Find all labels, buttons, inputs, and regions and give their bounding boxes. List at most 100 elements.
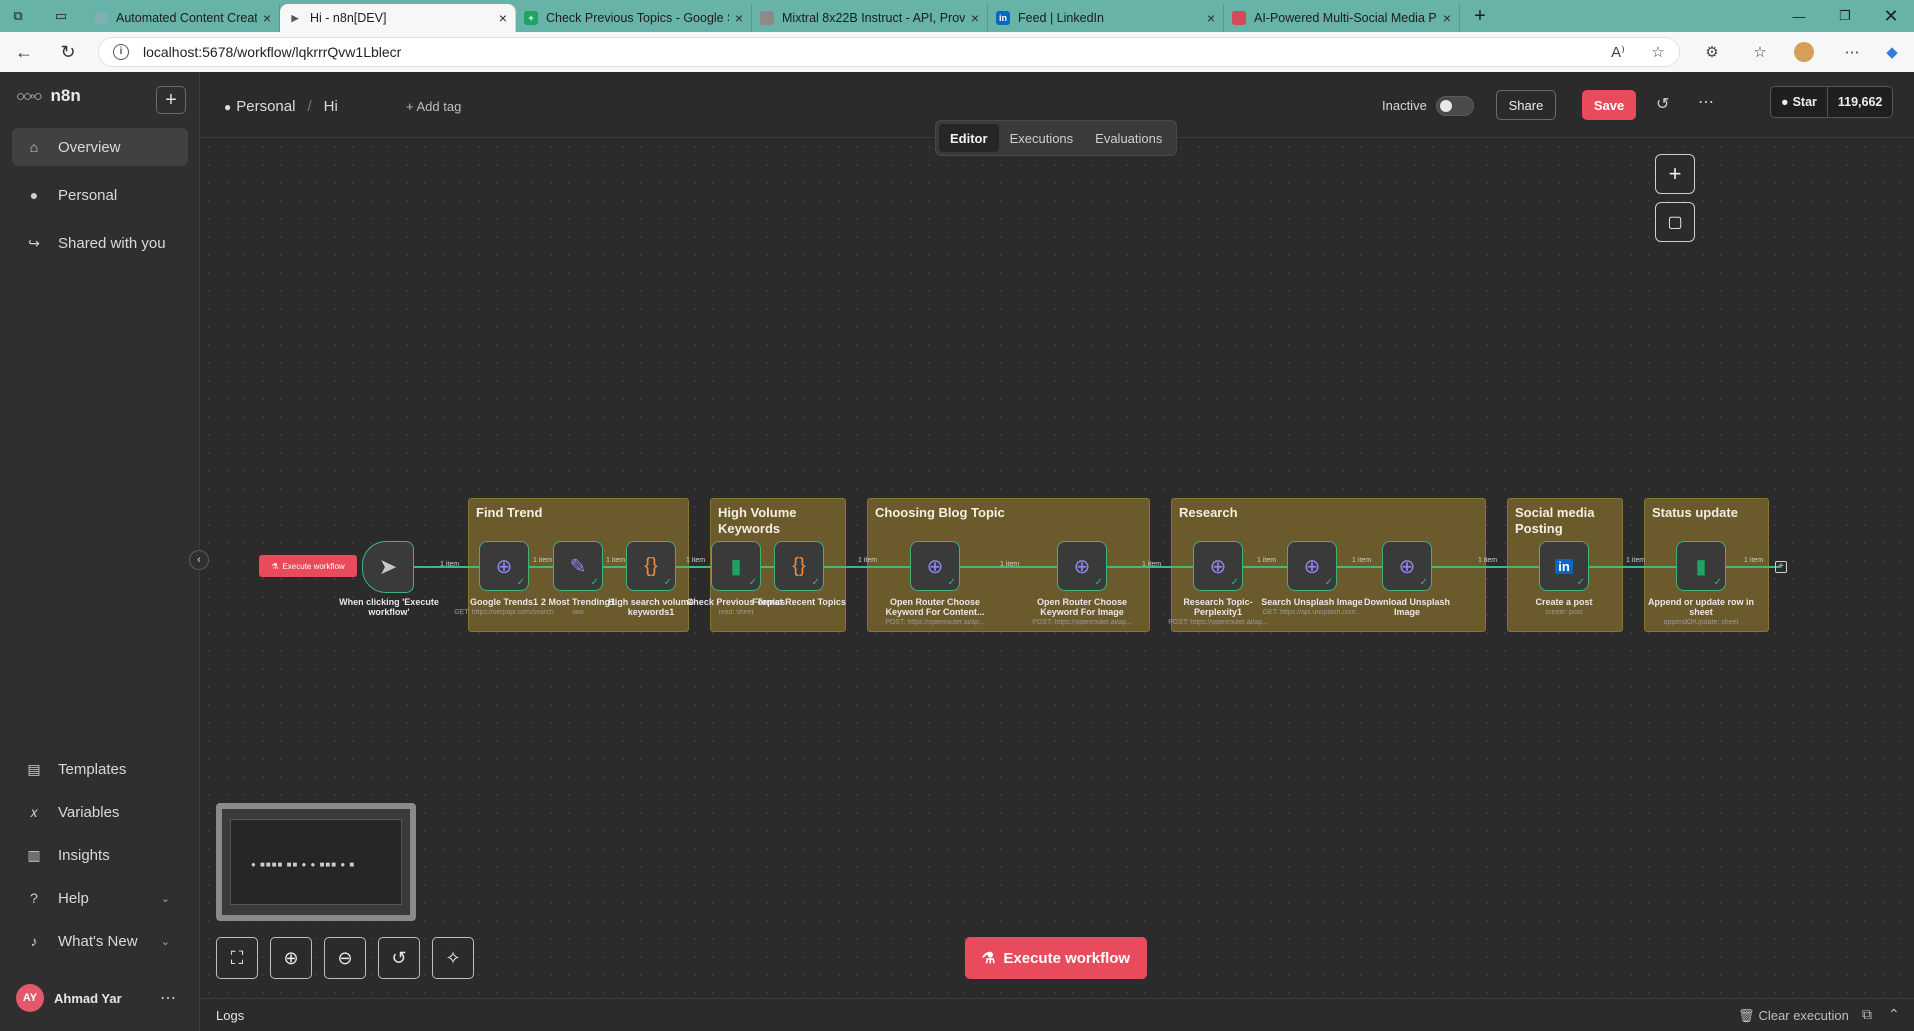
tidy-up-button[interactable]: ✧	[432, 937, 474, 979]
tab-evaluations[interactable]: Evaluations	[1084, 124, 1173, 152]
more-options-icon[interactable]: ⋯	[1698, 92, 1714, 112]
node-subtitle: create: post	[1545, 609, 1583, 616]
sidebar-item-overview[interactable]: ⌂ Overview	[12, 128, 188, 166]
user-menu[interactable]: AY Ahmad Yar	[16, 984, 122, 1012]
save-button[interactable]: Save	[1582, 90, 1636, 120]
chevron-down-icon: ⌄	[160, 935, 170, 948]
create-button[interactable]: +	[156, 86, 186, 114]
history-icon[interactable]: ↺	[1656, 94, 1669, 114]
sheets-node-append-update-row[interactable]: ▮ ✓	[1676, 541, 1726, 591]
read-aloud-icon[interactable]: A⁾	[1606, 40, 1630, 64]
code-node-format-recent-topics[interactable]: {} ✓	[774, 541, 824, 591]
sidebar-item-shared[interactable]: ↪ Shared with you	[12, 224, 188, 262]
reset-zoom-button[interactable]: ↺	[378, 937, 420, 979]
tab-executions[interactable]: Executions	[999, 124, 1085, 152]
sheets-node-check-previous-topics[interactable]: ▮ ✓	[711, 541, 761, 591]
globe-icon: ⊕	[495, 555, 513, 578]
success-check-icon: ✓	[1713, 577, 1722, 588]
browser-tab[interactable]: in Feed | LinkedIn ×	[988, 4, 1224, 32]
http-node-download-unsplash[interactable]: ⊕ ✓	[1382, 541, 1432, 591]
execute-workflow-mini-button[interactable]: ⚗ Execute workflow	[259, 555, 357, 577]
zoom-in-button[interactable]: ⊕	[270, 937, 312, 979]
tab-editor[interactable]: Editor	[939, 124, 999, 152]
restore-icon[interactable]: ❐	[1822, 0, 1868, 32]
node-label: Append or update row in sheet	[1648, 597, 1754, 617]
success-check-icon: ✓	[947, 577, 956, 588]
add-node-button[interactable]: +	[1655, 154, 1695, 194]
connection-item-count: 1 item	[1000, 561, 1020, 568]
browser-tab-active[interactable]: ▶ Hi - n8n[DEV] ×	[280, 4, 516, 32]
fit-view-button[interactable]: ⛶	[216, 937, 258, 979]
url-input[interactable]: i localhost:5678/workflow/lqkrrrQvw1Lble…	[98, 37, 1680, 67]
favorites-icon[interactable]: ☆	[1748, 40, 1772, 64]
logs-panel-bar[interactable]: Logs 🗑 Clear execution ⧉ ⌃	[200, 998, 1914, 1031]
breadcrumb-project[interactable]: Personal	[236, 98, 295, 115]
site-info-icon[interactable]: i	[113, 44, 129, 60]
tab-favicon-icon	[1232, 11, 1246, 25]
share-button[interactable]: Share	[1496, 90, 1556, 120]
github-icon: ● Star	[1771, 87, 1828, 117]
google-sheets-icon: ▮	[730, 555, 742, 578]
close-tab-icon[interactable]: ×	[971, 10, 979, 26]
github-star-button[interactable]: ● Star 119,662	[1770, 86, 1894, 118]
close-tab-icon[interactable]: ×	[1443, 10, 1451, 26]
http-node-research-topic[interactable]: ⊕ ✓	[1193, 541, 1243, 591]
node-subtitle: read: sheet	[718, 609, 754, 616]
copilot-icon[interactable]: ◆	[1880, 40, 1904, 64]
new-tab-icon[interactable]: +	[1460, 0, 1500, 32]
home-icon: ⌂	[29, 139, 39, 155]
http-node-search-unsplash[interactable]: ⊕ ✓	[1287, 541, 1337, 591]
avatar: AY	[16, 984, 44, 1012]
success-check-icon: ✓	[1324, 577, 1333, 588]
workspaces-icon[interactable]: ⧉	[0, 0, 36, 32]
n8n-logo[interactable]: ○○◦○ n8n	[16, 86, 81, 106]
templates-icon: ▤	[27, 760, 41, 777]
add-tag-button[interactable]: + Add tag	[406, 99, 461, 114]
tab-actions-icon[interactable]: ▭	[36, 0, 86, 32]
clear-execution-button[interactable]: 🗑 Clear execution	[1738, 1008, 1849, 1024]
profile-icon[interactable]	[1794, 42, 1814, 62]
refresh-icon[interactable]: ↻	[50, 34, 86, 70]
browser-tab[interactable]: Automated Content Creation Tool ×	[86, 4, 280, 32]
minimap[interactable]: ● ■■■■ ■■ ● ● ■■■ ● ■	[216, 803, 416, 921]
sidebar-item-insights[interactable]: ▥ Insights	[12, 836, 188, 874]
add-next-node-icon[interactable]: +	[1775, 561, 1787, 573]
sidebar-item-variables[interactable]: 𝑥 Variables	[12, 793, 188, 831]
collapse-panel-button[interactable]: ‹	[189, 550, 209, 570]
star-count: 119,662	[1837, 95, 1883, 109]
browser-tab[interactable]: AI-Powered Multi-Social Media P ×	[1224, 4, 1460, 32]
workflow-name[interactable]: Hi	[324, 98, 338, 115]
sidebar-item-whats-new[interactable]: ♪ What's New ⌄	[12, 922, 188, 960]
close-tab-icon[interactable]: ×	[735, 10, 743, 26]
sidebar-item-personal[interactable]: ● Personal	[12, 176, 188, 214]
browser-tab[interactable]: Mixtral 8x22B Instruct - API, Provi ×	[752, 4, 988, 32]
activation-toggle[interactable]	[1436, 96, 1474, 116]
manual-trigger-node[interactable]: ➤	[362, 541, 414, 593]
close-tab-icon[interactable]: ×	[1207, 10, 1215, 26]
code-node-high-search-volume[interactable]: {} ✓	[626, 541, 676, 591]
chevron-up-icon[interactable]: ⌃	[1888, 1006, 1900, 1023]
linkedin-node-create-post[interactable]: in ✓	[1539, 541, 1589, 591]
add-sticky-button[interactable]: ▢	[1655, 202, 1695, 242]
close-tab-icon[interactable]: ×	[263, 10, 271, 26]
http-node-choose-keyword-image[interactable]: ⊕ ✓	[1057, 541, 1107, 591]
connection-item-count: 1 item	[686, 557, 706, 564]
zoom-out-button[interactable]: ⊖	[324, 937, 366, 979]
sidebar-item-help[interactable]: ? Help ⌄	[12, 879, 188, 917]
popout-icon[interactable]: ⧉	[1862, 1006, 1872, 1023]
extensions-icon[interactable]: ⚙	[1700, 40, 1724, 64]
minimize-icon[interactable]: —	[1776, 0, 1822, 32]
http-node-choose-keyword-content[interactable]: ⊕ ✓	[910, 541, 960, 591]
back-icon[interactable]: ←	[6, 34, 42, 70]
close-tab-icon[interactable]: ×	[499, 10, 507, 26]
favorite-star-icon[interactable]: ☆	[1646, 40, 1670, 64]
close-window-icon[interactable]: ✕	[1868, 0, 1914, 32]
browser-tab[interactable]: + Check Previous Topics - Google S ×	[516, 4, 752, 32]
view-tabs: Editor Executions Evaluations	[935, 120, 1178, 156]
execute-workflow-button[interactable]: ⚗ Execute workflow	[965, 937, 1147, 979]
more-options-icon[interactable]: ⋯	[1840, 40, 1864, 64]
sidebar-item-templates[interactable]: ▤ Templates	[12, 750, 188, 788]
user-more-icon[interactable]: ⋯	[160, 988, 176, 1008]
http-node-google-trends[interactable]: ⊕ ✓	[479, 541, 529, 591]
set-node-most-trending[interactable]: ✎ ✓	[553, 541, 603, 591]
